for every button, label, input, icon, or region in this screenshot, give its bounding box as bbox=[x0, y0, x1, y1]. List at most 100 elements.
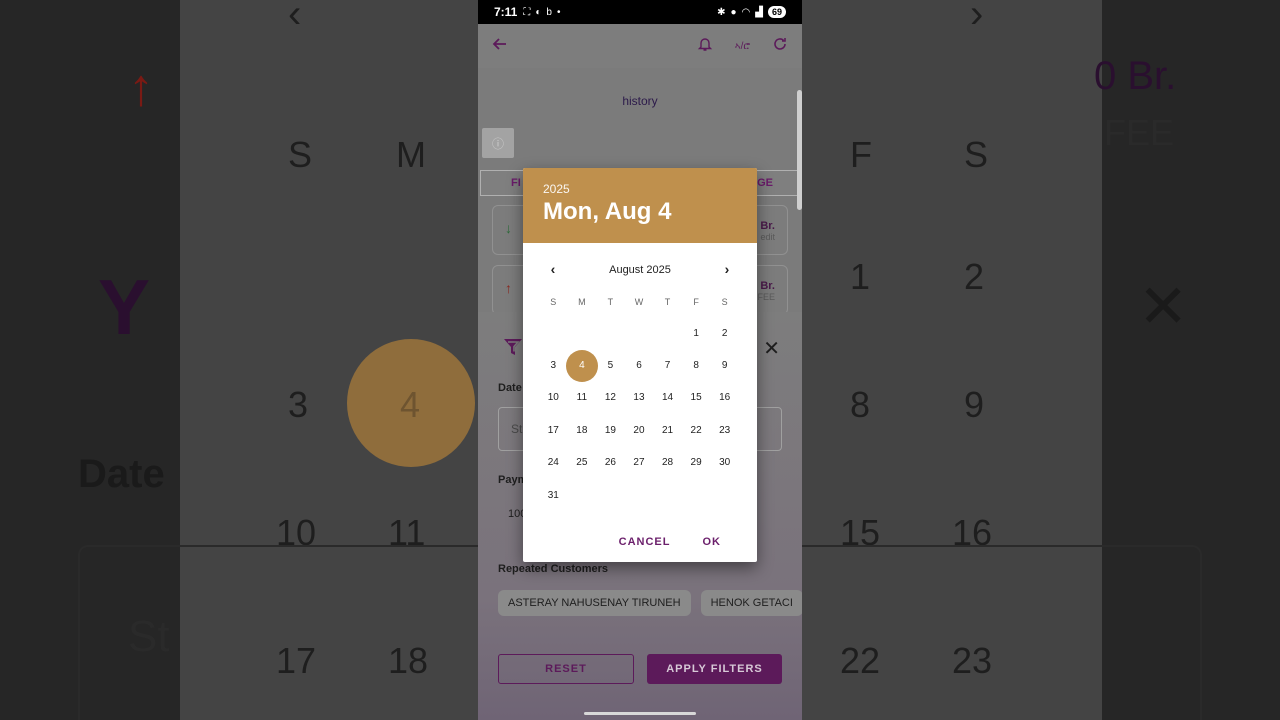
calendar-day[interactable]: 8 bbox=[682, 350, 711, 382]
calendar-day[interactable]: 16 bbox=[710, 382, 739, 414]
bg-next-chevron: › bbox=[970, 0, 984, 36]
translate-icon[interactable]: ኣ/ሮ bbox=[735, 41, 750, 52]
weekday-label: T bbox=[607, 297, 614, 307]
calendar-day[interactable]: 10 bbox=[539, 382, 568, 414]
date-picker-header: 2025 Mon, Aug 4 bbox=[523, 168, 757, 243]
calendar-day[interactable]: 22 bbox=[682, 414, 711, 446]
calendar-week: 12 bbox=[539, 317, 741, 349]
calendar-day[interactable]: 12 bbox=[596, 382, 625, 414]
scrollbar[interactable] bbox=[797, 90, 802, 210]
tab-left[interactable]: FI bbox=[511, 177, 521, 189]
apply-filters-button[interactable]: APPLY FILTERS bbox=[647, 654, 782, 684]
bg-filter-icon: Y bbox=[98, 263, 151, 351]
transaction-amount: Br. FEE bbox=[757, 280, 775, 302]
customer-chips: ASTERAY NAHUSENAY TIRUNEH HENOK GETACI bbox=[498, 590, 802, 616]
down-arrow-icon: ↓ bbox=[505, 220, 512, 236]
vpn-icon: ✱ bbox=[717, 6, 726, 18]
calendar-day[interactable]: 28 bbox=[653, 447, 682, 479]
calendar-day[interactable]: 6 bbox=[625, 350, 654, 382]
bg-weekday: S bbox=[288, 134, 313, 175]
day-number: 26 bbox=[604, 457, 616, 469]
calendar-day[interactable]: 9 bbox=[710, 350, 739, 382]
empty-day bbox=[625, 479, 654, 511]
day-number: 20 bbox=[633, 424, 645, 436]
day-number: 16 bbox=[719, 392, 731, 404]
day-number: 23 bbox=[719, 424, 731, 436]
calendar-day[interactable]: 29 bbox=[682, 447, 711, 479]
selected-day[interactable]: 4 bbox=[565, 349, 598, 382]
day-number: 11 bbox=[576, 392, 588, 404]
transaction-amount: Br. edit bbox=[760, 220, 775, 242]
day-number: 2 bbox=[721, 327, 728, 339]
calendar-day[interactable]: 19 bbox=[596, 414, 625, 446]
calendar-day[interactable]: 25 bbox=[568, 447, 597, 479]
calendar-week: 10 11 12 13 14 15 16 bbox=[539, 382, 741, 414]
day-number: 12 bbox=[604, 392, 616, 404]
info-icon[interactable]: ⓘ bbox=[482, 128, 514, 158]
calendar-day[interactable]: 21 bbox=[653, 414, 682, 446]
day-number: 8 bbox=[693, 360, 699, 372]
bg-prev-chevron: ‹ bbox=[288, 0, 302, 36]
bg-day: 2 bbox=[964, 256, 985, 297]
refresh-icon[interactable] bbox=[772, 36, 788, 56]
cancel-button[interactable]: CANCEL bbox=[619, 536, 671, 548]
weekday-label: S bbox=[721, 297, 728, 307]
calendar-grid: 1 2 3 4 5 6 7 8 9 10 11 12 13 14 15 16 17 18 19 20 21 22 23 24 2… bbox=[523, 317, 757, 511]
calendar-day[interactable]: 3 bbox=[539, 350, 568, 382]
gesture-nav-bar[interactable] bbox=[584, 712, 696, 715]
calendar-day[interactable]: 11 bbox=[568, 382, 597, 414]
bg-day: 17 bbox=[276, 640, 317, 681]
app-bar: ኣ/ሮ bbox=[478, 24, 802, 68]
day-number: 4 bbox=[579, 360, 585, 372]
date-picker-dialog: 2025 Mon, Aug 4 ‹ August 2025 › SMTWTFS … bbox=[523, 168, 757, 562]
calendar-day[interactable]: 2 bbox=[710, 317, 739, 349]
up-arrow-icon: ↑ bbox=[505, 280, 512, 296]
location-icon: ● bbox=[730, 6, 737, 18]
calendar-day[interactable]: 14 bbox=[653, 382, 682, 414]
calendar-day[interactable]: 20 bbox=[625, 414, 654, 446]
bg-day: 23 bbox=[952, 640, 993, 681]
customer-chip[interactable]: ASTERAY NAHUSENAY TIRUNEH bbox=[498, 590, 691, 616]
back-arrow-icon[interactable] bbox=[492, 36, 508, 56]
calendar-day[interactable]: 18 bbox=[568, 414, 597, 446]
calendar-day[interactable]: 15 bbox=[682, 382, 711, 414]
weekday-label: F bbox=[693, 297, 699, 307]
calendar-day[interactable]: 5 bbox=[596, 350, 625, 382]
bg-fee: FEE bbox=[1104, 112, 1175, 153]
day-number: 7 bbox=[664, 360, 671, 372]
bg-day: 1 bbox=[850, 256, 871, 297]
calendar-day[interactable]: 17 bbox=[539, 414, 568, 446]
chevron-right-icon[interactable]: › bbox=[717, 261, 737, 277]
day-number: 3 bbox=[550, 360, 557, 372]
empty-day bbox=[596, 317, 625, 349]
calendar-day[interactable]: 7 bbox=[653, 350, 682, 382]
bg-day: 8 bbox=[850, 384, 871, 425]
empty-day bbox=[568, 317, 597, 349]
bg-field-text: St bbox=[128, 612, 170, 661]
day-number: 9 bbox=[721, 360, 728, 372]
calendar-day[interactable]: 23 bbox=[710, 414, 739, 446]
calendar-day[interactable]: 24 bbox=[539, 447, 568, 479]
dialog-actions: CANCEL OK bbox=[619, 536, 757, 548]
bell-icon[interactable] bbox=[697, 36, 713, 56]
screenshot-icon: ⛶ bbox=[523, 6, 531, 18]
calendar-day[interactable]: 13 bbox=[625, 382, 654, 414]
calendar-day[interactable]: 31 bbox=[539, 479, 568, 511]
reset-button[interactable]: RESET bbox=[498, 654, 634, 684]
filter-icon bbox=[502, 336, 524, 364]
ok-button[interactable]: OK bbox=[703, 536, 722, 548]
customer-chip[interactable]: HENOK GETACI bbox=[700, 590, 802, 616]
empty-day bbox=[625, 317, 654, 349]
calendar-day[interactable]: 1 bbox=[682, 317, 711, 349]
year-label[interactable]: 2025 bbox=[543, 182, 737, 196]
tab-right[interactable]: GE bbox=[757, 177, 773, 189]
close-icon[interactable]: ✕ bbox=[763, 336, 780, 361]
day-number: 18 bbox=[576, 424, 588, 436]
day-number: 21 bbox=[661, 424, 674, 436]
history-title: history bbox=[622, 94, 658, 108]
bg-field-box bbox=[802, 545, 1202, 720]
calendar-day[interactable]: 30 bbox=[710, 447, 739, 479]
calendar-day[interactable]: 27 bbox=[625, 447, 654, 479]
calendar-day[interactable]: 26 bbox=[596, 447, 625, 479]
bg-day: 3 bbox=[288, 384, 309, 425]
